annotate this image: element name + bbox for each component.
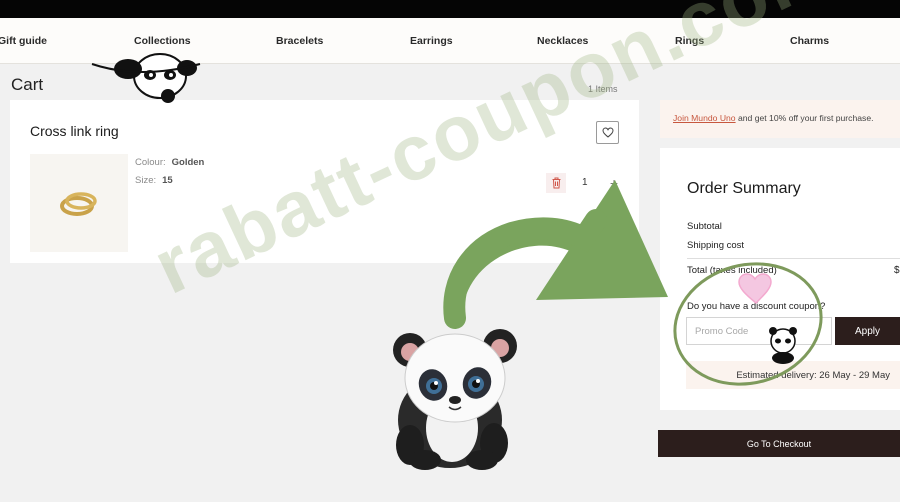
order-summary-panel: Order Summary Subtotal Shipping cost Tot… (660, 148, 900, 410)
colour-label: Colour: (135, 157, 166, 168)
order-summary-title: Order Summary (687, 180, 801, 197)
promo-message: and get 10% off your first purchase. (735, 113, 874, 123)
checkout-button[interactable]: Go To Checkout (658, 430, 900, 457)
ring-icon (60, 192, 97, 216)
nav-item-charms[interactable]: Charms (790, 35, 829, 47)
promo-text: Join Mundo Uno and get 10% off your firs… (673, 113, 874, 123)
subtotal-label: Subtotal (687, 221, 722, 232)
size-attribute: Size: 15 (135, 175, 173, 186)
heart-icon (601, 127, 614, 138)
nav-item-rings[interactable]: Rings (675, 35, 704, 47)
item-price: 0 (614, 210, 620, 221)
product-image[interactable] (30, 154, 128, 252)
nav-item-necklaces[interactable]: Necklaces (537, 35, 588, 47)
colour-attribute: Colour: Golden (135, 157, 204, 168)
increase-quantity-button[interactable]: + (604, 173, 624, 193)
nav-item-earrings[interactable]: Earrings (410, 35, 453, 47)
panda-big-icon (393, 329, 517, 470)
cart-item-card: Cross link ring Colour: Golden Size: 15 1 … (10, 100, 639, 263)
size-value: 15 (162, 175, 173, 186)
wishlist-button[interactable] (596, 121, 619, 144)
promo-banner: Join Mundo Uno and get 10% off your firs… (660, 100, 900, 138)
total-value: $ (894, 265, 900, 276)
plus-icon: + (609, 175, 619, 191)
shipping-label: Shipping cost (687, 240, 745, 251)
quantity-value: 1 (582, 177, 588, 188)
top-bar (0, 0, 900, 18)
join-link[interactable]: Join Mundo Uno (673, 113, 736, 123)
items-count: 1 Items (588, 84, 618, 94)
summary-divider (687, 258, 900, 259)
coupon-label: Do you have a discount coupon? (687, 301, 826, 312)
nav-item-gift-guide[interactable]: Gift guide (0, 35, 47, 47)
nav-item-bracelets[interactable]: Bracelets (276, 35, 323, 47)
apply-coupon-button[interactable]: Apply (835, 317, 900, 345)
product-name[interactable]: Cross link ring (30, 123, 119, 139)
remove-item-button[interactable] (546, 173, 566, 193)
estimated-delivery: Estimated delivery: 26 May - 29 May (686, 361, 900, 389)
nav-item-collections[interactable]: Collections (134, 35, 191, 47)
promo-code-input[interactable] (686, 317, 832, 345)
size-label: Size: (135, 175, 157, 186)
trash-icon (552, 177, 560, 189)
total-label: Total (taxes included) (687, 265, 777, 276)
colour-value: Golden (171, 157, 205, 168)
page-title: Cart (11, 75, 44, 94)
main-nav: Gift guide Collections Bracelets Earring… (0, 18, 900, 64)
